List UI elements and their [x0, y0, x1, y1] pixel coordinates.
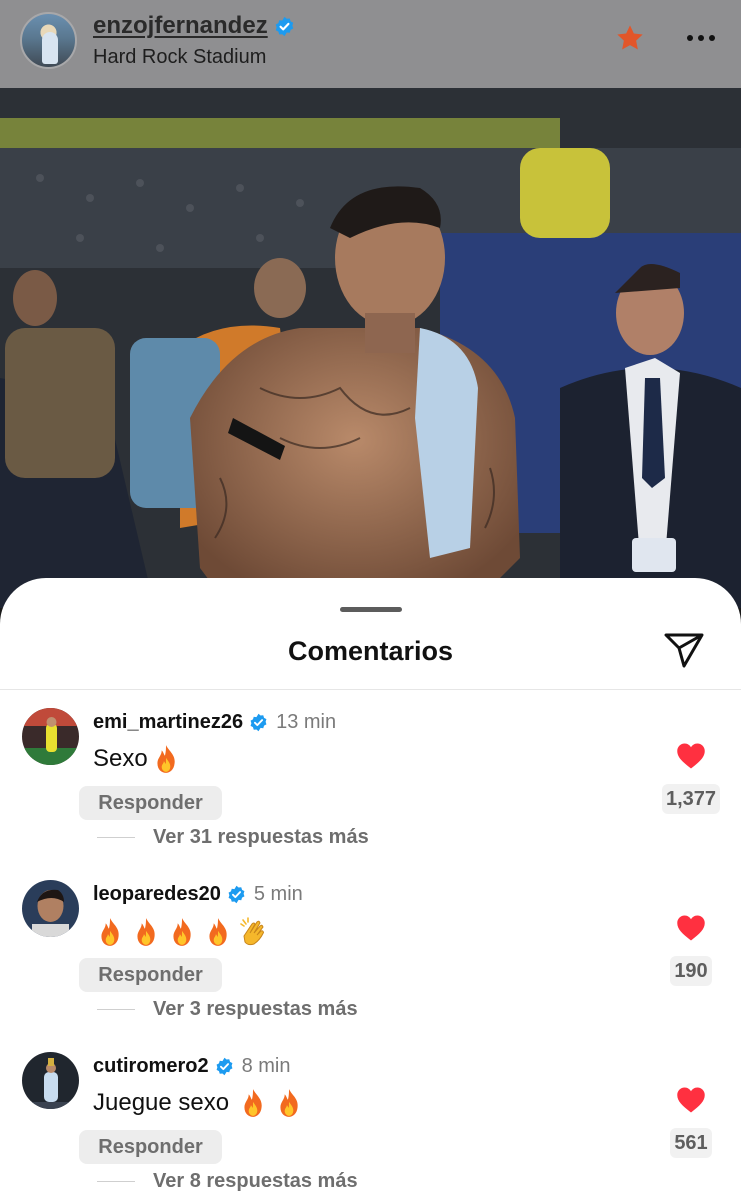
sheet-drag-handle[interactable] [340, 607, 402, 612]
star-icon[interactable] [614, 22, 646, 54]
like-count[interactable]: 1,377 [662, 784, 720, 814]
comment-username[interactable]: leoparedes20 [93, 883, 221, 906]
comment-body: Juegue sexo [93, 1089, 230, 1116]
comments-sheet: Comentarios emi_martinez26 13 min Sexo R… [0, 578, 741, 1200]
comment-avatar[interactable] [22, 880, 79, 937]
like-count[interactable]: 190 [670, 956, 712, 986]
fire-emoji-icon [101, 918, 119, 946]
reply-button[interactable]: Responder [79, 786, 222, 820]
comment-text: Juegue sexo [93, 1088, 303, 1118]
fire-emoji-icon [137, 918, 155, 946]
post-photo [0, 88, 741, 608]
view-replies-link[interactable]: Ver 3 respuestas más [97, 998, 358, 1021]
sheet-title: Comentarios [287, 636, 454, 666]
like-count[interactable]: 561 [670, 1128, 712, 1158]
post-author-username[interactable]: enzojfernandez [93, 12, 268, 40]
comment-time: 8 min [241, 1055, 291, 1077]
verified-badge-icon [274, 16, 295, 37]
post-author-row: enzojfernandez [93, 12, 295, 40]
heart-icon[interactable] [676, 742, 706, 770]
replies-line [97, 1008, 135, 1011]
view-replies-label[interactable]: Ver 8 respuestas más [153, 1170, 358, 1193]
heart-icon[interactable] [676, 1086, 706, 1114]
fire-emoji-icon [244, 1089, 262, 1117]
replies-line [97, 836, 135, 839]
fire-emoji-icon [209, 918, 227, 946]
comment-username[interactable]: emi_martinez26 [93, 711, 243, 734]
comment-item: leoparedes20 5 min Responder Ver 3 respu… [0, 880, 741, 1052]
verified-badge-icon [215, 1057, 234, 1076]
view-replies-label[interactable]: Ver 31 respuestas más [153, 826, 369, 849]
heart-icon[interactable] [676, 914, 706, 942]
comment-item: cutiromero2 8 min Juegue sexo Responder … [0, 1052, 741, 1200]
paper-plane-icon[interactable] [662, 630, 706, 670]
comment-item: emi_martinez26 13 min Sexo Responder Ver… [0, 708, 741, 880]
more-options-icon[interactable] [684, 26, 718, 50]
comment-avatar[interactable] [22, 708, 79, 765]
view-replies-link[interactable]: Ver 31 respuestas más [97, 826, 369, 849]
comment-meta: cutiromero2 8 min [93, 1055, 291, 1078]
verified-badge-icon [249, 713, 268, 732]
reply-button[interactable]: Responder [79, 958, 222, 992]
comment-body: Sexo [93, 745, 148, 772]
comment-text: Sexo [93, 744, 180, 774]
comment-emojis [152, 744, 180, 774]
view-replies-label[interactable]: Ver 3 respuestas más [153, 998, 358, 1021]
sheet-divider [0, 689, 741, 690]
reply-button[interactable]: Responder [79, 1130, 222, 1164]
comment-username[interactable]: cutiromero2 [93, 1055, 209, 1078]
post-author-avatar[interactable] [20, 12, 77, 69]
comment-time: 5 min [253, 883, 303, 905]
fire-emoji-icon [157, 745, 175, 773]
replies-line [97, 1180, 135, 1183]
comment-meta: leoparedes20 5 min [93, 883, 303, 906]
view-replies-link[interactable]: Ver 8 respuestas más [97, 1170, 358, 1193]
comment-text [96, 916, 270, 948]
comment-emojis [239, 1088, 303, 1118]
fire-emoji-icon [173, 918, 191, 946]
comment-meta: emi_martinez26 13 min [93, 711, 336, 734]
comment-time: 13 min [276, 711, 337, 733]
comment-emojis [96, 916, 270, 948]
clapping-hands-emoji-icon [240, 917, 265, 946]
verified-badge-icon [227, 885, 246, 904]
fire-emoji-icon [280, 1089, 298, 1117]
post-header: enzojfernandez Hard Rock Stadium [0, 0, 741, 88]
post-location[interactable]: Hard Rock Stadium [93, 46, 266, 69]
comment-avatar[interactable] [22, 1052, 79, 1109]
